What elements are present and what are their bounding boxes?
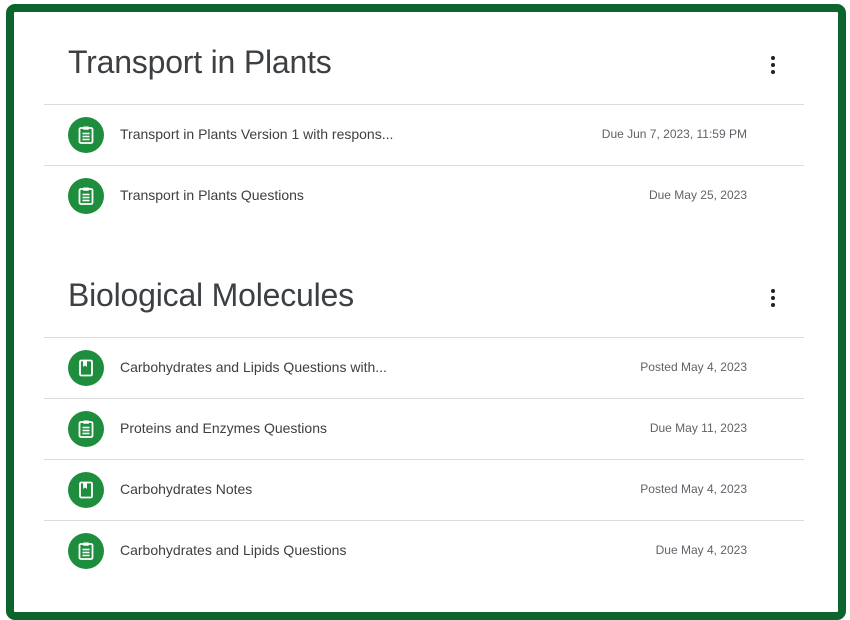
item-title: Transport in Plants Questions — [120, 187, 304, 203]
material-icon — [68, 350, 104, 386]
item-due-date: Due Jun 7, 2023, 11:59 PM — [601, 127, 747, 141]
item-title: Proteins and Enzymes Questions — [120, 420, 327, 436]
item-due-date: Due May 25, 2023 — [648, 188, 747, 202]
classwork-item[interactable]: Transport in Plants Version 1 with respo… — [44, 105, 804, 166]
topic-more-options-button[interactable] — [762, 54, 784, 76]
item-due-date: Due May 4, 2023 — [655, 543, 747, 557]
assignment-icon — [68, 117, 104, 153]
item-title: Transport in Plants Version 1 with respo… — [120, 126, 394, 142]
assignment-icon — [68, 178, 104, 214]
classwork-panel: Transport in Plants Transport in Plants … — [6, 4, 846, 620]
item-posted-date: Posted May 4, 2023 — [640, 360, 747, 374]
item-due-date: Due May 11, 2023 — [649, 421, 747, 435]
assignment-icon — [68, 411, 104, 447]
classwork-item[interactable]: Transport in Plants Questions Due May 25… — [44, 166, 804, 226]
topic-title: Biological Molecules — [68, 277, 354, 313]
classwork-item[interactable]: Carbohydrates and Lipids Questions with.… — [44, 338, 804, 399]
topic-header: Transport in Plants — [44, 12, 804, 105]
classwork-item[interactable]: Carbohydrates Notes Posted May 4, 2023 — [44, 460, 804, 521]
material-icon — [68, 472, 104, 508]
item-posted-date: Posted May 4, 2023 — [640, 482, 747, 496]
item-title: Carbohydrates Notes — [120, 481, 253, 497]
topic-more-options-button[interactable] — [762, 287, 784, 309]
item-title: Carbohydrates and Lipids Questions — [120, 542, 347, 558]
more-vert-icon — [771, 289, 775, 293]
item-title: Carbohydrates and Lipids Questions with.… — [120, 359, 387, 375]
topic-biological-molecules: Biological Molecules Carbohydrates and L… — [44, 245, 804, 581]
assignment-icon — [68, 533, 104, 569]
more-vert-icon — [771, 56, 775, 60]
topic-transport-in-plants: Transport in Plants Transport in Plants … — [44, 12, 804, 226]
classwork-item[interactable]: Carbohydrates and Lipids Questions Due M… — [44, 521, 804, 581]
topic-title: Transport in Plants — [68, 44, 332, 80]
classwork-item[interactable]: Proteins and Enzymes Questions Due May 1… — [44, 399, 804, 460]
topic-header: Biological Molecules — [44, 245, 804, 338]
